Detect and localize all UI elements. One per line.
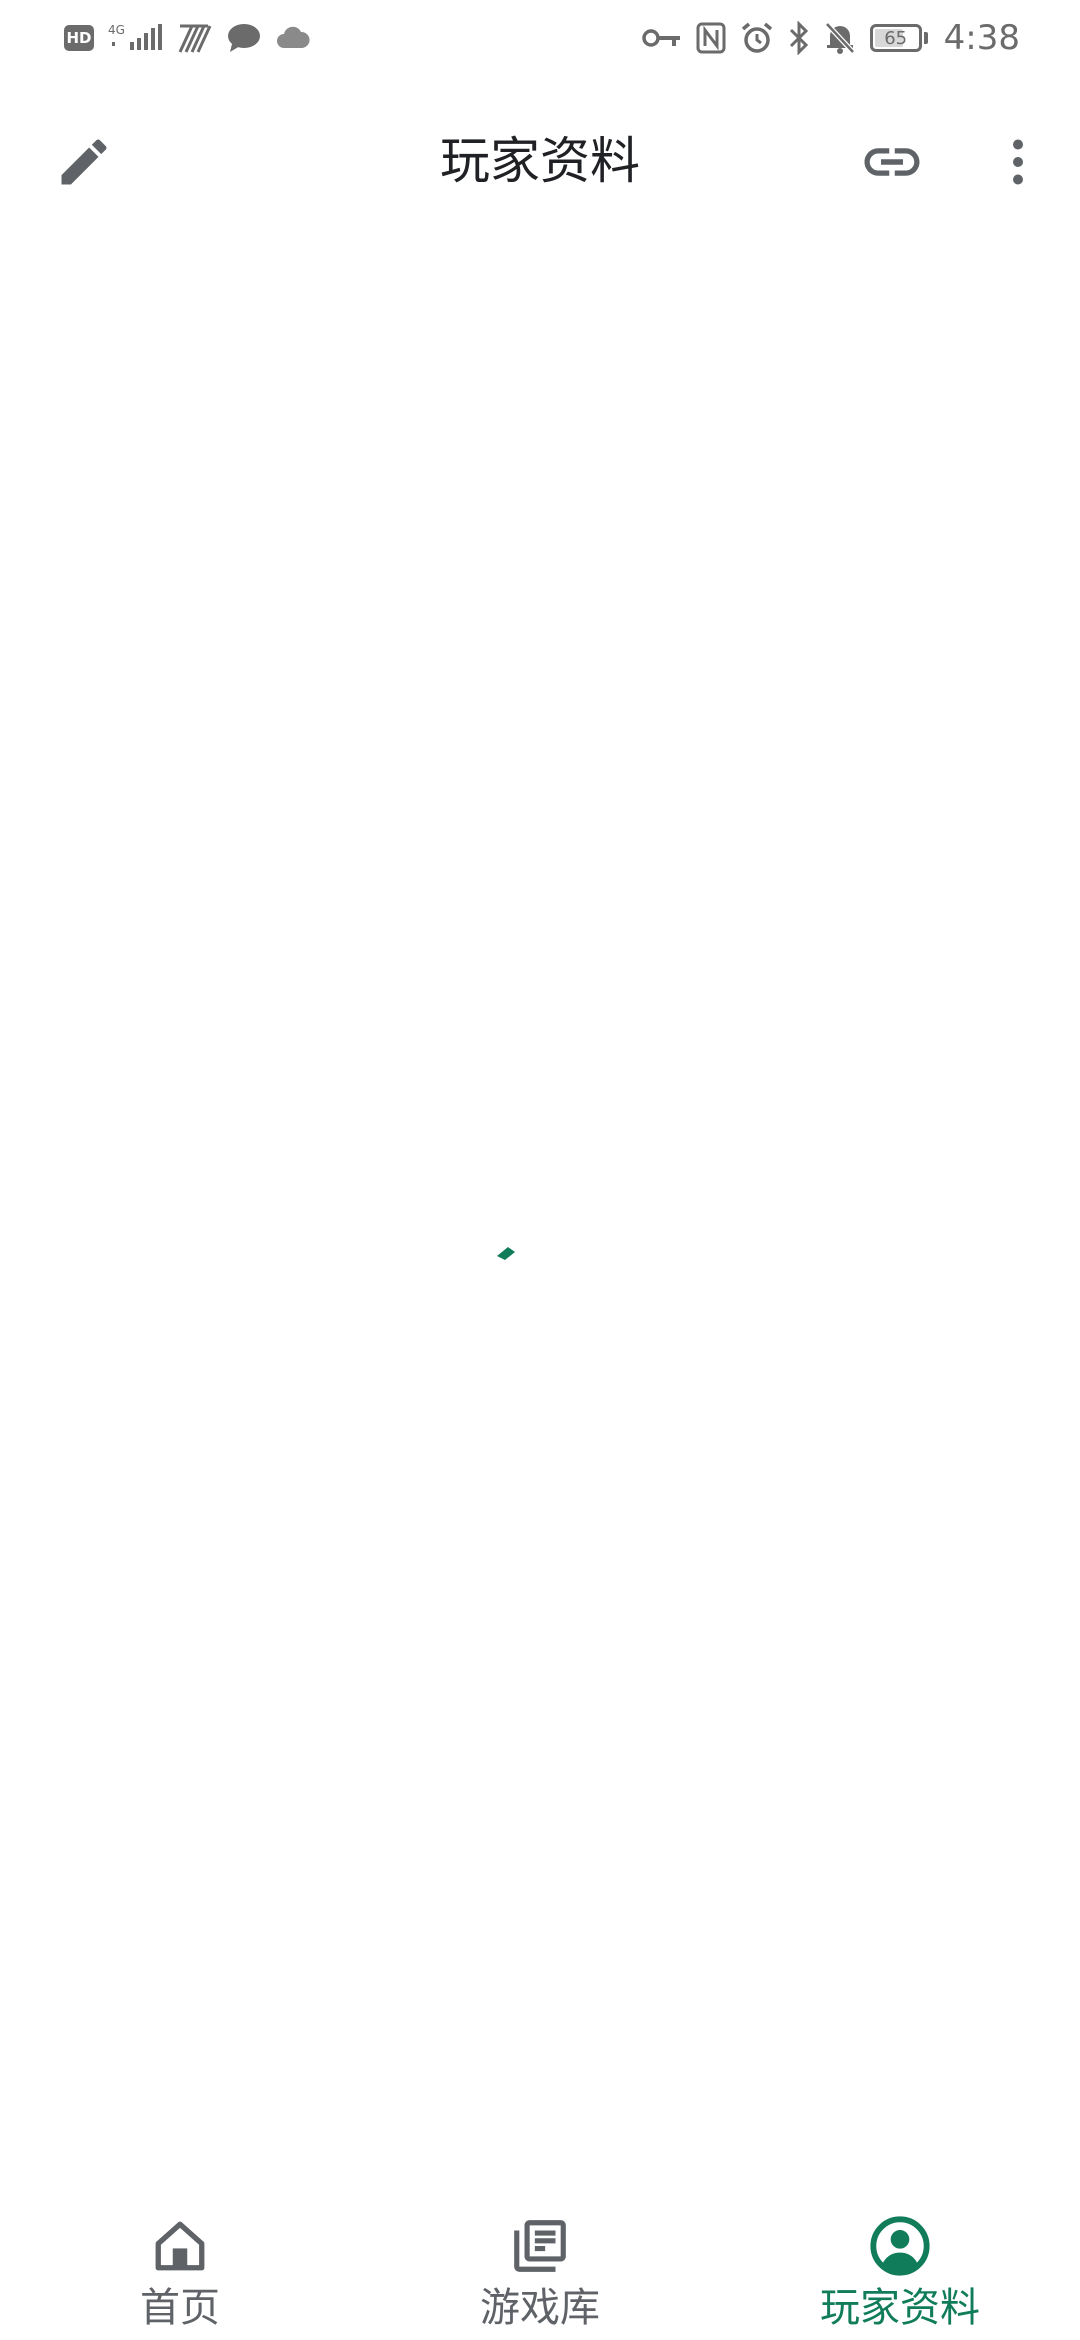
battery-level: 65 (884, 27, 908, 49)
link-icon (864, 148, 920, 176)
key-icon (641, 29, 680, 47)
alarm-icon (741, 22, 772, 53)
more-vertical-icon (1013, 139, 1023, 185)
status-time: 4:38 (943, 18, 1020, 58)
cloud-icon (277, 26, 310, 48)
message-icon (228, 24, 260, 52)
bell-off-icon (824, 22, 855, 54)
library-icon (514, 2220, 566, 2272)
nav-icon-wrap (868, 2214, 932, 2278)
nav-item-library[interactable]: 游戏库 (360, 2184, 720, 2340)
more-options-button[interactable] (976, 120, 1060, 204)
bottom-navigation: 首页 游戏库 玩家资料 (0, 2184, 1080, 2340)
home-icon (155, 2221, 205, 2271)
loading-spinner-icon (497, 1247, 515, 1260)
nav-item-profile[interactable]: 玩家资料 (720, 2184, 1080, 2340)
status-bar-left: HD 4G (64, 18, 310, 58)
nav-label: 游戏库 (480, 2285, 600, 2331)
share-link-button[interactable] (850, 120, 934, 204)
nav-icon-wrap (148, 2214, 212, 2278)
account-circle-icon (870, 2216, 930, 2276)
nav-icon-wrap (508, 2214, 572, 2278)
battery-icon: 65 (869, 24, 922, 52)
hd-label: HD (66, 29, 92, 47)
hd-badge: HD (64, 25, 94, 51)
profile-content (0, 226, 1080, 2184)
battery-cap (923, 32, 928, 44)
bluetooth-icon (789, 21, 808, 55)
app-bar: 玩家资料 (0, 96, 1080, 226)
status-bar-right: 65 4:38 (641, 18, 1020, 58)
wifi-icon (178, 24, 212, 53)
network-label: 4G (108, 23, 125, 37)
status-bar: HD 4G 65 4:38 (0, 0, 1080, 76)
nfc-icon (696, 22, 726, 54)
signal-4g-icon: 4G (108, 23, 162, 50)
nav-label: 首页 (140, 2285, 220, 2331)
nav-label: 玩家资料 (820, 2285, 980, 2331)
nav-item-home[interactable]: 首页 (0, 2184, 360, 2340)
